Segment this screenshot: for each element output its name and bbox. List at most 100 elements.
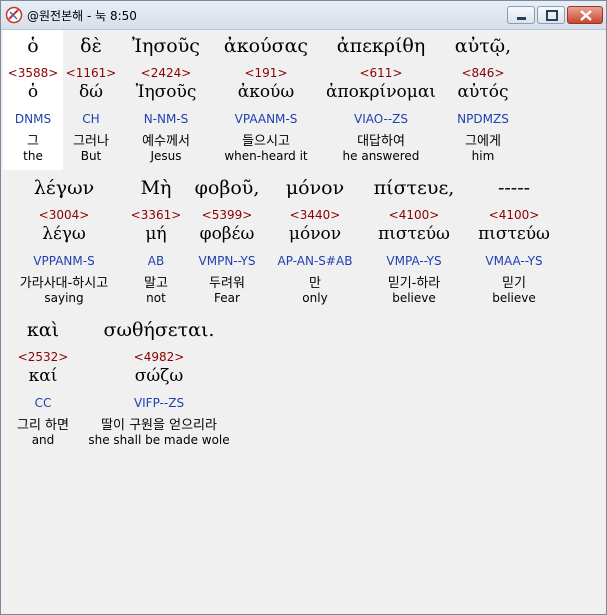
strongs-number[interactable]: <2532> bbox=[7, 350, 79, 364]
lemma: φοβέω bbox=[199, 224, 255, 244]
english-gloss: he answered bbox=[342, 149, 420, 163]
greek-word: δὲ bbox=[80, 35, 102, 57]
greek-word: πίστευε, bbox=[373, 177, 455, 199]
morph-code[interactable]: DNMS bbox=[3, 112, 63, 126]
greek-word: ἀκούσας bbox=[223, 35, 309, 57]
word-block[interactable]: Ἰησοῦς <2424> Ἰησοῦς N-NM-S 예수께서 Jesus bbox=[119, 30, 213, 170]
lemma: καί bbox=[28, 366, 58, 386]
greek-word: Ἰησοῦς bbox=[132, 35, 200, 57]
word-block[interactable]: αὐτῷ, <846> αὐτός NPDMZS 그에게 him bbox=[443, 30, 523, 170]
lemma: σώζω bbox=[134, 366, 184, 386]
app-window: @원전본해 - 눅 8:50 ὁ <3588> ὁ DNMS 그 the δὲ … bbox=[0, 0, 607, 615]
korean-gloss: 그에게 bbox=[465, 134, 501, 149]
word-block[interactable]: ἀπεκρίθη <611> ἀποκρίνομαι VIAO--ZS 대답하여… bbox=[319, 30, 443, 170]
word-block[interactable]: λέγων <3004> λέγω VPPANM-S 가라사대-하시고 sayi… bbox=[7, 172, 121, 312]
morph-code[interactable]: VIAO--ZS bbox=[319, 112, 443, 126]
english-gloss: him bbox=[471, 149, 495, 163]
english-gloss: when-heard it bbox=[224, 149, 308, 163]
korean-gloss: 예수께서 bbox=[142, 134, 190, 149]
title-bar[interactable]: @원전본해 - 눅 8:50 bbox=[1, 1, 606, 30]
greek-word: αὐτῷ, bbox=[454, 35, 512, 57]
english-gloss: Fear bbox=[214, 291, 240, 305]
lemma: ὁ bbox=[27, 82, 39, 102]
lemma: ἀκούω bbox=[237, 82, 295, 102]
lemma: πιστεύω bbox=[478, 224, 550, 244]
maximize-button[interactable] bbox=[537, 6, 565, 24]
english-gloss: only bbox=[302, 291, 328, 305]
korean-gloss: 믿기 bbox=[502, 276, 526, 291]
word-block[interactable]: Μὴ <3361> μή AB 말고 not bbox=[125, 172, 187, 312]
word-block[interactable]: πίστευε, <4100> πιστεύω VMPA--YS 믿기-하라 b… bbox=[365, 172, 463, 312]
morph-code[interactable]: VPAANM-S bbox=[213, 112, 319, 126]
english-gloss: Jesus bbox=[150, 149, 182, 163]
english-gloss: not bbox=[146, 291, 166, 305]
morph-code[interactable]: VMPA--YS bbox=[365, 254, 463, 268]
strongs-number[interactable]: <3361> bbox=[125, 208, 187, 222]
strongs-number[interactable]: <191> bbox=[213, 66, 319, 80]
lemma: Ἰησοῦς bbox=[135, 82, 197, 102]
word-block[interactable]: ὁ <3588> ὁ DNMS 그 the bbox=[3, 30, 63, 170]
morph-code[interactable]: AB bbox=[125, 254, 187, 268]
strongs-number[interactable]: <2424> bbox=[119, 66, 213, 80]
morph-code[interactable]: N-NM-S bbox=[119, 112, 213, 126]
lemma: ἀποκρίνομαι bbox=[326, 82, 436, 102]
korean-gloss: 그리 하면 bbox=[17, 418, 69, 433]
korean-gloss: 가라사대-하시고 bbox=[19, 276, 109, 291]
strongs-number[interactable]: <3004> bbox=[7, 208, 121, 222]
greek-word: ὁ bbox=[27, 35, 39, 57]
korean-gloss: 믿기-하라 bbox=[387, 276, 441, 291]
morph-code[interactable]: VPPANM-S bbox=[7, 254, 121, 268]
minimize-button[interactable] bbox=[507, 6, 535, 24]
korean-gloss: 말고 bbox=[144, 276, 168, 291]
word-block[interactable]: φοβοῦ, <5399> φοβέω VMPN--YS 두려워 Fear bbox=[189, 172, 265, 312]
english-gloss: believe bbox=[392, 291, 436, 305]
strongs-number[interactable]: <4100> bbox=[365, 208, 463, 222]
word-block[interactable]: σωθήσεται. <4982> σώζω VIFP--ZS 딸이 구원을 얻… bbox=[85, 314, 233, 454]
english-gloss: saying bbox=[44, 291, 84, 305]
word-block[interactable]: δὲ <1161> δώ CH 그러나 But bbox=[63, 30, 119, 170]
strongs-number[interactable]: <846> bbox=[443, 66, 523, 80]
app-icon bbox=[5, 6, 23, 24]
strongs-number[interactable]: <5399> bbox=[189, 208, 265, 222]
morph-code[interactable]: CH bbox=[63, 112, 119, 126]
korean-gloss: 만 bbox=[309, 276, 321, 291]
morph-code[interactable]: NPDMZS bbox=[443, 112, 523, 126]
lemma: αὐτός bbox=[457, 82, 509, 102]
morph-code[interactable]: VMPN--YS bbox=[189, 254, 265, 268]
strongs-number[interactable]: <3588> bbox=[3, 66, 63, 80]
english-gloss: But bbox=[80, 149, 102, 163]
lemma: δώ bbox=[78, 82, 104, 102]
morph-code[interactable]: VIFP--ZS bbox=[85, 396, 233, 410]
greek-word: ἀπεκρίθη bbox=[336, 35, 426, 57]
morph-code[interactable]: VMAA--YS bbox=[467, 254, 561, 268]
lemma: πιστεύω bbox=[378, 224, 450, 244]
greek-word: μόνον bbox=[285, 177, 345, 199]
window-title: @원전본해 - 눅 8:50 bbox=[27, 9, 137, 23]
lemma: μή bbox=[145, 224, 167, 244]
greek-word: καὶ bbox=[26, 319, 60, 341]
word-block[interactable]: μόνον <3440> μόνον AP-AN-S#AB 만 only bbox=[269, 172, 361, 312]
word-block[interactable]: καὶ <2532> καί CC 그리 하면 and bbox=[7, 314, 79, 454]
strongs-number[interactable]: <3440> bbox=[269, 208, 361, 222]
interlinear-view: ὁ <3588> ὁ DNMS 그 the δὲ <1161> δώ CH 그러… bbox=[1, 30, 606, 614]
greek-word: ----- bbox=[497, 177, 531, 199]
close-button[interactable] bbox=[567, 6, 603, 24]
morph-code[interactable]: CC bbox=[7, 396, 79, 410]
word-block[interactable]: ἀκούσας <191> ἀκούω VPAANM-S 들으시고 when-h… bbox=[213, 30, 319, 170]
greek-word: Μὴ bbox=[140, 177, 172, 199]
english-gloss: and bbox=[31, 433, 55, 447]
lemma: λέγω bbox=[42, 224, 86, 244]
strongs-number[interactable]: <1161> bbox=[63, 66, 119, 80]
korean-gloss: 그러나 bbox=[73, 134, 109, 149]
lemma: μόνον bbox=[288, 224, 342, 244]
greek-word: φοβοῦ, bbox=[194, 177, 260, 199]
morph-code[interactable]: AP-AN-S#AB bbox=[269, 254, 361, 268]
english-gloss: believe bbox=[492, 291, 536, 305]
strongs-number[interactable]: <4982> bbox=[85, 350, 233, 364]
korean-gloss: 딸이 구원을 얻으리라 bbox=[101, 418, 217, 433]
close-icon bbox=[580, 10, 592, 21]
word-block[interactable]: ----- <4100> πιστεύω VMAA--YS 믿기 believe bbox=[467, 172, 561, 312]
strongs-number[interactable]: <611> bbox=[319, 66, 443, 80]
korean-gloss: 대답하여 bbox=[357, 134, 405, 149]
strongs-number[interactable]: <4100> bbox=[467, 208, 561, 222]
